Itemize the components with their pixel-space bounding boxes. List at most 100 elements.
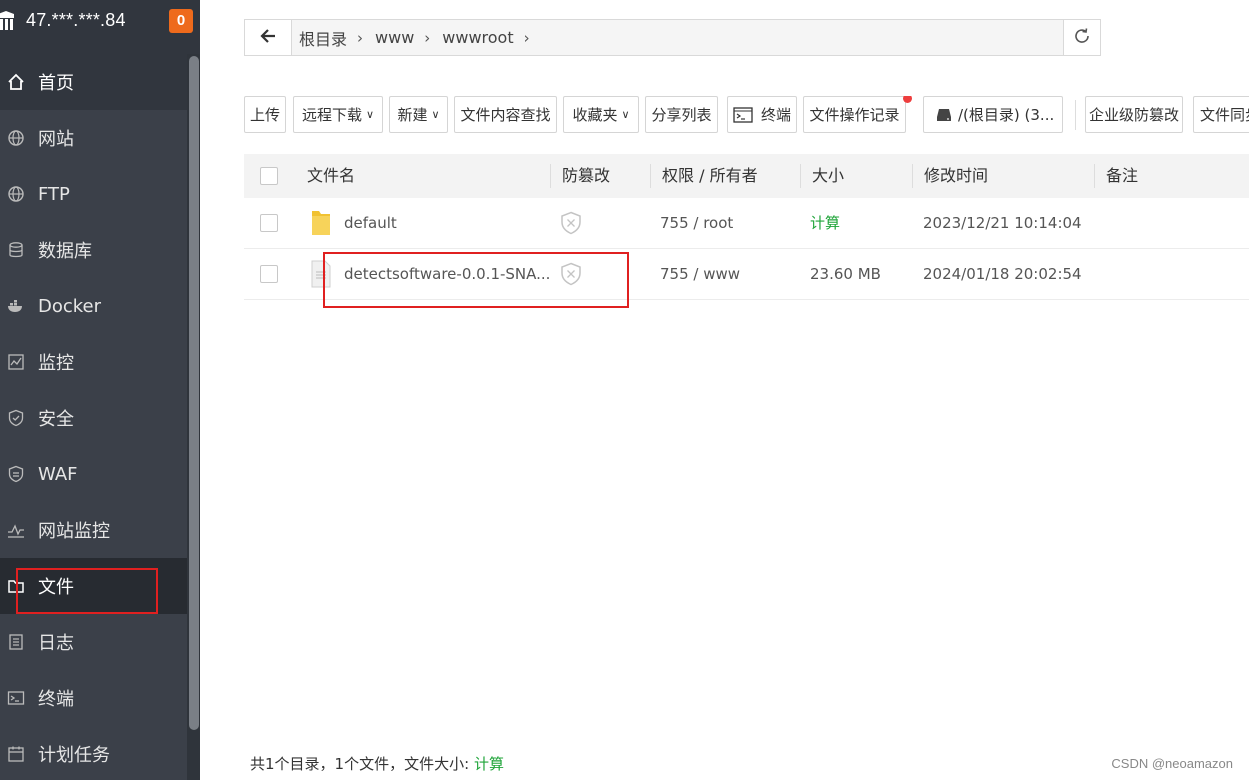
remote-download-label: 远程下载 — [301, 106, 362, 124]
sidebar-item-database[interactable]: 数据库 — [0, 222, 187, 278]
operation-log-button[interactable]: 文件操作记录 — [803, 96, 906, 133]
file-sync-button[interactable]: 文件同步 — [1193, 96, 1249, 133]
toolbar-divider — [1075, 100, 1076, 130]
sidebar-item-label: Docker — [38, 295, 102, 317]
column-divider — [550, 164, 551, 188]
terminal-button[interactable]: 终端 — [727, 96, 797, 133]
select-all-checkbox[interactable] — [260, 167, 278, 185]
sidebar-scrollbar-thumb[interactable] — [189, 56, 199, 730]
column-divider — [1094, 164, 1095, 188]
sidebar-item-label: 终端 — [38, 689, 74, 710]
sidebar-item-terminal[interactable]: 终端 — [0, 670, 187, 726]
sidebar-item-label: 网站监控 — [38, 521, 110, 542]
column-divider — [800, 164, 801, 188]
remote-download-button[interactable]: 远程下载 ∨ — [293, 96, 383, 133]
column-header-mtime[interactable]: 修改时间 — [924, 154, 988, 198]
sidebar-item-label: 数据库 — [38, 241, 92, 262]
column-header-note[interactable]: 备注 — [1106, 154, 1138, 198]
shield-icon — [6, 464, 26, 484]
path-bar: 根目录 › www › wwwroot › — [244, 19, 1100, 56]
docker-icon — [6, 296, 26, 316]
server-logo-icon — [0, 10, 16, 32]
sidebar-item-cron[interactable]: 计划任务 — [0, 726, 187, 782]
file-manager: 根目录 › www › wwwroot › 上传 远程下载 ∨ 新建 ∨ 文件内… — [219, 0, 1249, 780]
footer-calc-link[interactable]: 计算 — [474, 755, 504, 773]
sidebar-item-label: 安全 — [38, 409, 74, 430]
content-search-button[interactable]: 文件内容查找 — [454, 96, 557, 133]
breadcrumb-root[interactable]: 根目录 — [299, 26, 347, 50]
terminal-label: 终端 — [760, 106, 791, 124]
folder-icon — [310, 207, 332, 239]
column-header-name[interactable]: 文件名 — [307, 154, 355, 198]
tamper-status-cell[interactable] — [560, 198, 582, 248]
column-header-size[interactable]: 大小 — [812, 154, 844, 198]
sidebar-item-website[interactable]: 网站 — [0, 110, 187, 166]
breadcrumb-wwwroot[interactable]: wwwroot — [442, 28, 513, 47]
disk-button[interactable]: /(根目录) (3... — [923, 96, 1063, 133]
chevron-down-icon: ∨ — [431, 108, 440, 121]
sidebar-item-logs[interactable]: 日志 — [0, 614, 187, 670]
arrow-left-icon — [260, 28, 276, 48]
content-search-label: 文件内容查找 — [460, 106, 551, 124]
globe-icon — [6, 128, 26, 148]
server-ip[interactable]: 47.***.***.84 — [26, 10, 126, 31]
sidebar-item-label: 监控 — [38, 353, 74, 374]
row-checkbox[interactable] — [260, 265, 278, 283]
favorites-button[interactable]: 收藏夹 ∨ — [563, 96, 639, 133]
sidebar-item-site-monitor[interactable]: 网站监控 — [0, 502, 187, 558]
refresh-button[interactable] — [1063, 19, 1101, 56]
highlight-box-files — [16, 568, 158, 614]
pulse-icon — [6, 520, 26, 540]
file-name-cell[interactable]: default — [310, 198, 397, 248]
notification-badge[interactable]: 0 — [169, 9, 193, 33]
globe-icon — [6, 184, 26, 204]
log-icon — [6, 632, 26, 652]
table-header: 文件名 防篡改 权限 / 所有者 大小 修改时间 备注 — [244, 154, 1249, 198]
chevron-down-icon: ∨ — [365, 108, 375, 121]
watermark: CSDN @neoamazon — [1111, 756, 1233, 771]
upload-button[interactable]: 上传 — [244, 96, 286, 133]
back-button[interactable] — [245, 20, 292, 55]
file-table: 文件名 防篡改 权限 / 所有者 大小 修改时间 备注 default 755 … — [244, 154, 1249, 308]
breadcrumb: 根目录 › www › wwwroot › — [299, 20, 542, 55]
sidebar-item-label: 网站 — [38, 129, 74, 150]
upload-label: 上传 — [249, 106, 280, 124]
sidebar-header: 47.***.***.84 0 — [0, 0, 200, 54]
row-checkbox[interactable] — [260, 214, 278, 232]
column-header-perm-owner[interactable]: 权限 / 所有者 — [662, 154, 758, 198]
monitor-icon — [6, 352, 26, 372]
sidebar-nav: 首页 网站 FTP 数据库 Docker 监控 安全 WAF 网站监控 文件 日… — [0, 54, 187, 782]
tamper-proof-button[interactable]: 企业级防篡改 — [1085, 96, 1183, 133]
shield-icon — [6, 408, 26, 428]
sidebar-item-waf[interactable]: WAF — [0, 446, 187, 502]
chevron-right-icon: › — [424, 28, 431, 47]
sidebar-item-monitor[interactable]: 监控 — [0, 334, 187, 390]
chevron-right-icon: › — [523, 28, 530, 47]
column-header-tamper[interactable]: 防篡改 — [562, 154, 610, 198]
file-name: default — [344, 214, 397, 232]
footer-summary: 共1个目录，1个文件，文件大小: 计算 — [250, 753, 504, 774]
column-divider — [650, 164, 651, 188]
perm-owner-cell[interactable]: 755 / root — [660, 198, 733, 248]
sidebar-item-docker[interactable]: Docker — [0, 278, 187, 334]
table-row[interactable]: default 755 / root 计算 2023/12/21 10:14:0… — [244, 198, 1249, 249]
breadcrumb-www[interactable]: www — [375, 28, 414, 47]
perm-owner-cell[interactable]: 755 / www — [660, 249, 740, 299]
new-label: 新建 — [397, 106, 428, 124]
size-calc-link[interactable]: 计算 — [810, 198, 840, 248]
terminal-icon — [6, 688, 26, 708]
sidebar-item-ftp[interactable]: FTP — [0, 166, 187, 222]
sidebar-item-label: 计划任务 — [38, 745, 110, 766]
terminal-icon — [733, 106, 753, 123]
favorites-label: 收藏夹 — [572, 106, 618, 124]
share-list-button[interactable]: 分享列表 — [645, 96, 718, 133]
mtime-cell: 2024/01/18 20:02:54 — [923, 265, 1082, 283]
sidebar-item-security[interactable]: 安全 — [0, 390, 187, 446]
sidebar-item-label: 首页 — [38, 73, 74, 94]
sidebar-item-label: FTP — [38, 183, 70, 205]
new-button[interactable]: 新建 ∨ — [389, 96, 448, 133]
toolbar: 上传 远程下载 ∨ 新建 ∨ 文件内容查找 收藏夹 ∨ 分享列表 终端 文件操作… — [244, 96, 1249, 134]
file-sync-label: 文件同步 — [1200, 106, 1249, 124]
sidebar-item-home[interactable]: 首页 — [0, 54, 187, 110]
tamper-proof-label: 企业级防篡改 — [1088, 106, 1179, 124]
